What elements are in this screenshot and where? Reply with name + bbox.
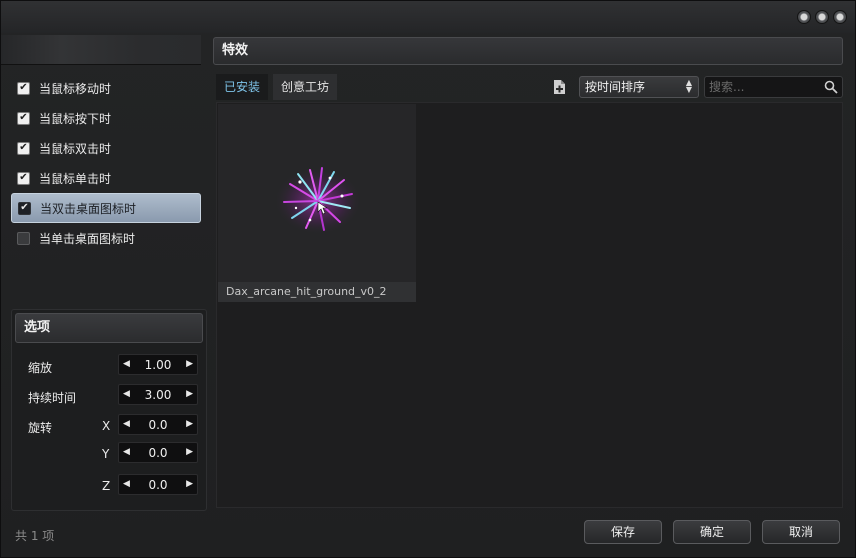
- trigger-label: 当鼠标移动时: [39, 81, 112, 96]
- scale-label: 缩放: [28, 361, 53, 375]
- title-bar: [1, 1, 855, 33]
- effect-name: Dax_arcane_hit_ground_v0_2: [218, 282, 416, 302]
- scale-value[interactable]: 1.00: [145, 358, 172, 372]
- increment-icon[interactable]: ▶: [186, 360, 193, 369]
- close-button[interactable]: [833, 10, 847, 24]
- rotate-y-spinner[interactable]: ◀ 0.0 ▶: [118, 442, 198, 463]
- increment-icon[interactable]: ▶: [186, 448, 193, 457]
- increment-icon[interactable]: ▶: [186, 390, 193, 399]
- rotate-z-spinner[interactable]: ◀ 0.0 ▶: [118, 474, 198, 495]
- sort-arrows-icon: ▲ ▼: [685, 78, 692, 94]
- search-box[interactable]: [704, 76, 843, 98]
- options-panel: 选项 缩放 ◀ 1.00 ▶ 持续时间 ◀ 3.00 ▶ 旋转 X ◀ 0.0 …: [11, 309, 207, 511]
- trigger-desktop-icon-double-click[interactable]: ✔ 当双击桌面图标时: [11, 193, 201, 223]
- trigger-mouse-move[interactable]: ✔ 当鼠标移动时: [11, 73, 201, 103]
- rotate-x-value[interactable]: 0.0: [148, 418, 167, 432]
- decrement-icon[interactable]: ◀: [123, 390, 130, 399]
- checkbox-checked-icon[interactable]: ✔: [17, 111, 30, 125]
- effect-card[interactable]: Dax_arcane_hit_ground_v0_2: [218, 104, 416, 302]
- rotate-z-value[interactable]: 0.0: [148, 478, 167, 492]
- duration-spinner[interactable]: ◀ 3.00 ▶: [118, 384, 198, 405]
- tab-workshop[interactable]: 创意工坊: [273, 74, 338, 100]
- ok-button[interactable]: 确定: [673, 520, 751, 544]
- duration-label: 持续时间: [28, 391, 77, 405]
- trigger-label: 当鼠标单击时: [39, 171, 112, 186]
- trigger-mouse-down[interactable]: ✔ 当鼠标按下时: [11, 103, 201, 133]
- decrement-icon[interactable]: ◀: [123, 420, 130, 429]
- save-button[interactable]: 保存: [584, 520, 662, 544]
- sort-select[interactable]: 按时间排序 ▲ ▼: [579, 76, 699, 98]
- search-input[interactable]: [709, 79, 819, 95]
- rotate-x-spinner[interactable]: ◀ 0.0 ▶: [118, 414, 198, 435]
- minimize-button[interactable]: [797, 10, 811, 24]
- effect-thumbnail: [218, 104, 416, 282]
- maximize-button[interactable]: [815, 10, 829, 24]
- trigger-label: 当鼠标按下时: [39, 111, 112, 126]
- trigger-mouse-click[interactable]: ✔ 当鼠标单击时: [11, 163, 201, 193]
- search-icon[interactable]: [824, 80, 838, 94]
- rotate-y-value[interactable]: 0.0: [148, 446, 167, 460]
- trigger-mouse-double-click[interactable]: ✔ 当鼠标双击时: [11, 133, 201, 163]
- trigger-label: 当双击桌面图标时: [40, 201, 137, 216]
- checkbox-unchecked-icon[interactable]: [17, 231, 30, 245]
- duration-value[interactable]: 3.00: [145, 388, 172, 402]
- cancel-button[interactable]: 取消: [762, 520, 840, 544]
- scale-spinner[interactable]: ◀ 1.00 ▶: [118, 354, 198, 375]
- checkbox-checked-icon[interactable]: ✔: [17, 171, 30, 185]
- decrement-icon[interactable]: ◀: [123, 448, 130, 457]
- trigger-list: ✔ 当鼠标移动时 ✔ 当鼠标按下时 ✔ 当鼠标双击时 ✔ 当鼠标单击时 ✔ 当双…: [11, 73, 201, 253]
- rotate-z-label: Z: [102, 479, 111, 493]
- options-title: 选项: [15, 313, 203, 343]
- rotate-y-label: Y: [102, 447, 110, 461]
- left-panel-header: [1, 35, 201, 65]
- trigger-label: 当单击桌面图标时: [39, 231, 136, 246]
- rotate-label: 旋转: [28, 421, 53, 435]
- increment-icon[interactable]: ▶: [186, 420, 193, 429]
- window: ✔ 当鼠标移动时 ✔ 当鼠标按下时 ✔ 当鼠标双击时 ✔ 当鼠标单击时 ✔ 当双…: [0, 0, 856, 558]
- decrement-icon[interactable]: ◀: [123, 360, 130, 369]
- item-count: 共 1 项: [15, 529, 55, 543]
- add-file-icon[interactable]: [553, 79, 566, 95]
- trigger-label: 当鼠标双击时: [39, 141, 112, 156]
- checkbox-checked-icon[interactable]: ✔: [17, 81, 30, 95]
- tab-installed[interactable]: 已安装: [216, 74, 269, 100]
- checkbox-checked-icon[interactable]: ✔: [18, 201, 31, 215]
- window-controls: [797, 10, 847, 24]
- sort-value: 按时间排序: [585, 80, 646, 94]
- effects-grid: Dax_arcane_hit_ground_v0_2: [216, 102, 843, 508]
- rotate-x-label: X: [102, 419, 111, 433]
- trigger-desktop-icon-click[interactable]: 当单击桌面图标时: [11, 223, 201, 253]
- checkbox-checked-icon[interactable]: ✔: [17, 141, 30, 155]
- decrement-icon[interactable]: ◀: [123, 480, 130, 489]
- increment-icon[interactable]: ▶: [186, 480, 193, 489]
- effects-title: 特效: [213, 37, 843, 65]
